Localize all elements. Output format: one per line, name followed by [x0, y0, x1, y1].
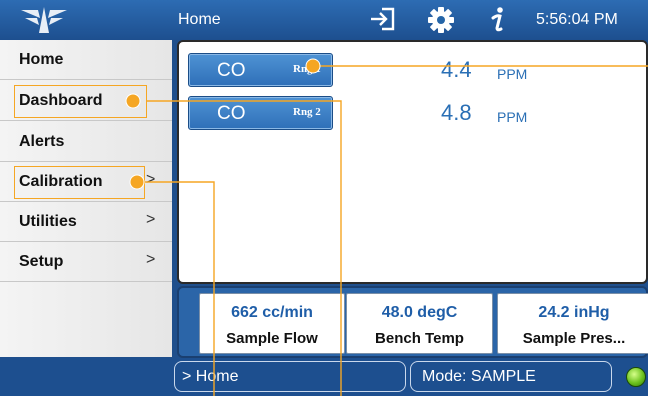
screen-title: Home [178, 11, 221, 28]
top-bar: Home 5:56:04 PM [0, 0, 648, 40]
stat-value: 662 cc/min [231, 304, 313, 321]
gas-name: CO [217, 103, 246, 124]
clock-time: 5:56:04 PM [536, 11, 618, 28]
status-panel: 662 cc/min Sample Flow 48.0 degC Bench T… [177, 286, 648, 358]
calibration-callout-box [14, 166, 145, 199]
concentration-value: 4.8 [441, 100, 472, 125]
bench-temp-tile[interactable]: 48.0 degC Bench Temp [346, 293, 493, 354]
sample-flow-tile[interactable]: 662 cc/min Sample Flow [199, 293, 345, 354]
sign-in-icon[interactable] [368, 6, 396, 37]
footer-bar: > Home Mode: SAMPLE [0, 358, 648, 396]
sidebar-item-label: Utilities [19, 213, 77, 230]
stat-value: 48.0 degC [381, 304, 458, 321]
chevron-right-icon: > [146, 211, 156, 228]
teledyne-logo-icon [18, 4, 70, 41]
sidebar-item-label: Home [19, 51, 64, 68]
sidebar-item-setup[interactable]: Setup > [0, 242, 172, 282]
stat-value: 24.2 inHg [538, 304, 610, 321]
chevron-right-icon: > [146, 171, 156, 188]
breadcrumb[interactable]: > Home [174, 361, 406, 392]
gas-name: CO [217, 60, 246, 81]
stat-label: Sample Flow [226, 330, 318, 347]
range-label: Rng 2 [293, 106, 321, 118]
gas-range-button-1[interactable]: CO Rng 1 [188, 53, 333, 87]
mode-indicator: Mode: SAMPLE [410, 361, 612, 392]
concentration-value: 4.4 [441, 57, 472, 82]
concentration-unit: PPM [497, 66, 528, 82]
dashboard-callout-box [14, 85, 147, 118]
breadcrumb-text: > Home [182, 368, 239, 385]
concentration-unit: PPM [497, 109, 528, 125]
info-icon[interactable] [487, 6, 509, 39]
sidebar-item-home[interactable]: Home [0, 40, 172, 80]
status-led-icon [626, 367, 646, 387]
mode-text: Mode: SAMPLE [422, 368, 536, 385]
chevron-right-icon: > [146, 251, 156, 268]
readings-panel: CO Rng 1 4.4 PPM CO Rng 2 4.8 PPM [177, 40, 648, 284]
sidebar-item-label: Alerts [19, 133, 65, 150]
gear-icon[interactable] [427, 6, 455, 39]
stat-label: Sample Pres... [522, 330, 626, 347]
stat-label: Bench Temp [375, 330, 464, 347]
gas-range-button-2[interactable]: CO Rng 2 [188, 96, 333, 130]
sidebar-item-alerts[interactable]: Alerts [0, 122, 172, 162]
sidebar-item-label: Setup [19, 253, 64, 270]
sidebar-item-utilities[interactable]: Utilities > [0, 202, 172, 242]
sample-pressure-tile[interactable]: 24.2 inHg Sample Pres... [497, 293, 648, 354]
range-label: Rng 1 [293, 63, 321, 75]
